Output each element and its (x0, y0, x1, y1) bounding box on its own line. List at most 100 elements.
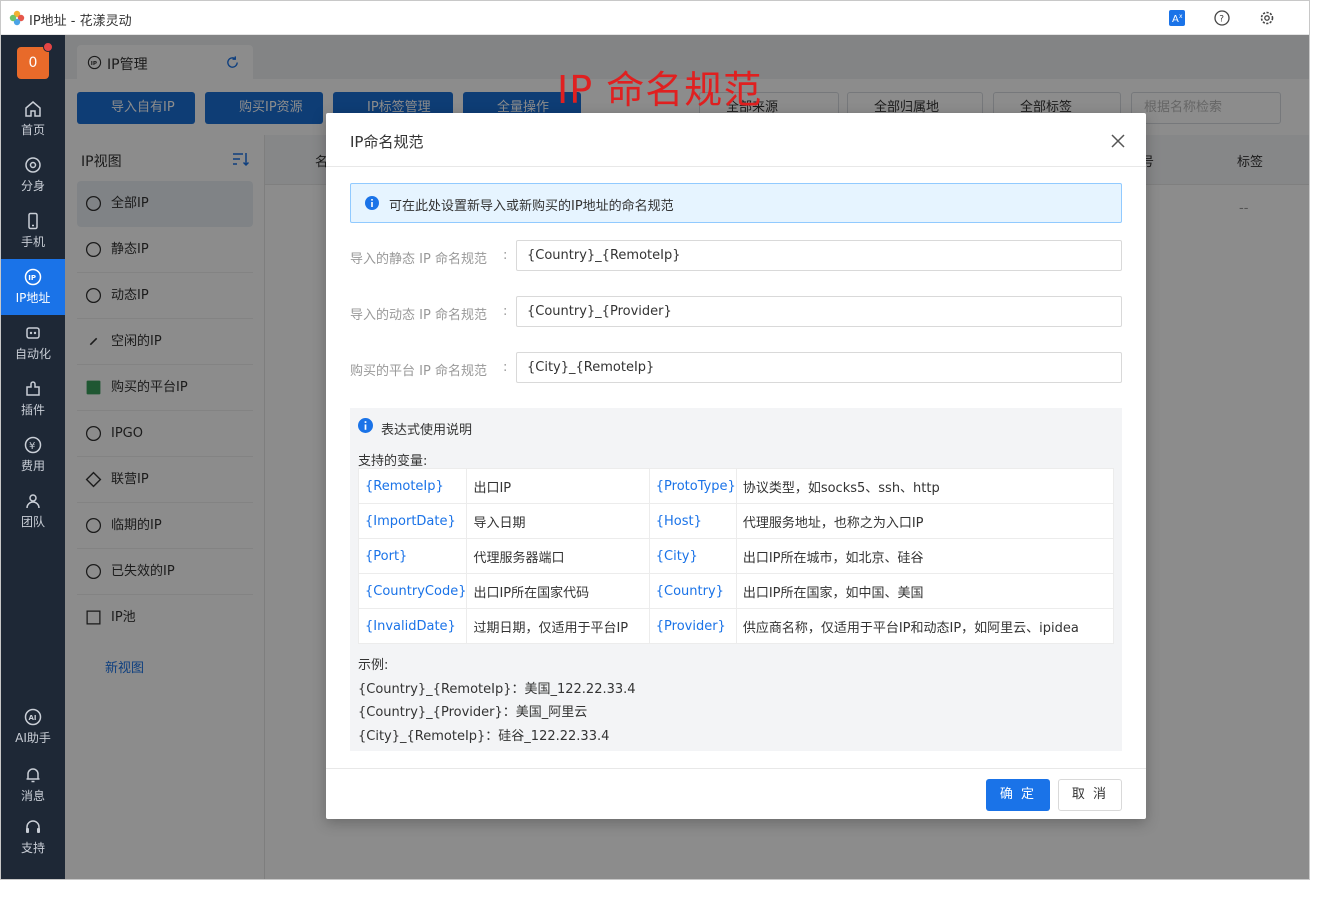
nav-label: 插件 (20, 403, 45, 417)
variable-description: 出口IP所在国家，如中国、美国 (735, 573, 1115, 609)
nav-item-team[interactable]: 团队 (1, 483, 65, 539)
left-navigation: 0 首页 分身 手机 IP IP地址 自动化 插件 ¥ 费用 团队 AI AI助… (1, 35, 65, 879)
nav-item-messages[interactable]: 消息 (1, 757, 65, 813)
ai-icon: AI (24, 708, 42, 726)
variable-name: {ProtoType} (648, 468, 737, 504)
naming-rule-dialog: IP命名规范 可在此处设置新导入或新购买的IP地址的命名规范 导入的静态 IP … (326, 113, 1146, 819)
nav-label: 支持 (20, 841, 45, 855)
nav-item-ip[interactable]: IP IP地址 (1, 259, 65, 315)
example-line: {Country}_{RemoteIp}：美国_122.22.33.4 (358, 681, 636, 697)
nav-label: AI助手 (15, 731, 51, 745)
variable-description: 代理服务地址，也称之为入口IP (735, 503, 1115, 539)
variables-table: {RemoteIp} 出口IP {ProtoType} 协议类型，如socks5、ss… (357, 468, 1115, 644)
table-row: {InvalidDate} 过期日期，仅适用于平台IP {Provider} 供应商名… (357, 608, 1115, 644)
cancel-button[interactable]: 取 消 (1058, 779, 1122, 811)
examples-label: 示例: (358, 658, 389, 673)
dialog-title: IP命名规范 (350, 133, 424, 151)
nav-item-ai[interactable]: AI AI助手 (1, 699, 65, 755)
label-colon: : (503, 248, 508, 263)
dynamic-ip-rule-label: 导入的动态 IP 命名规范 (350, 308, 487, 323)
gear-icon[interactable] (1258, 9, 1276, 27)
table-row: {Port} 代理服务器端口 {City} 出口IP所在城市，如北京、硅谷 (357, 538, 1115, 574)
nav-item-plugins[interactable]: 插件 (1, 371, 65, 427)
nav-item-support[interactable]: 支持 (1, 809, 65, 865)
variable-name: {RemoteIp} (357, 468, 468, 504)
home-icon (25, 101, 41, 117)
info-text: 可在此处设置新导入或新购买的IP地址的命名规范 (389, 199, 674, 214)
svg-text:¥: ¥ (29, 441, 35, 452)
example-line: {Country}_{Provider}：美国_阿里云 (358, 705, 588, 720)
platform-ip-rule-input[interactable]: {City}_{RemoteIp} (516, 352, 1122, 383)
headset-icon (26, 820, 40, 833)
svg-text:IP: IP (28, 274, 36, 282)
variable-description: 出口IP所在城市，如北京、硅谷 (735, 538, 1115, 574)
static-ip-rule-input[interactable]: {Country}_{RemoteIp} (516, 240, 1122, 271)
nav-label: 手机 (20, 235, 45, 249)
svg-text:AI: AI (29, 714, 37, 722)
app-window: IP地址 - 花漾灵动 A x ? 0 首页 分身 手机 IP IP地址 自动化… (0, 0, 1310, 880)
label-colon: : (503, 304, 508, 319)
platform-ip-rule-label: 购买的平台 IP 命名规范 (350, 364, 487, 379)
phone-icon (28, 212, 38, 230)
variables-label: 支持的变量: (358, 454, 428, 469)
info-alert: 可在此处设置新导入或新购买的IP地址的命名规范 (350, 183, 1122, 223)
variable-description: 出口IP所在国家代码 (466, 573, 650, 609)
nav-label: 消息 (20, 789, 45, 803)
variable-description: 供应商名称，仅适用于平台IP和动态IP，如阿里云、ipidea (735, 608, 1115, 644)
avatar[interactable]: 0 (17, 47, 49, 79)
browser-icon (25, 157, 41, 173)
nav-label: 费用 (20, 459, 45, 473)
app-logo-icon (9, 10, 25, 26)
dialog-footer: 确 定 取 消 (326, 768, 1146, 819)
yen-icon: ¥ (24, 436, 42, 454)
ip-icon: IP (24, 268, 42, 286)
nav-item-phone[interactable]: 手机 (1, 203, 65, 259)
title-bar: IP地址 - 花漾灵动 A x ? (1, 1, 1309, 35)
window-title: IP地址 - 花漾灵动 (29, 14, 132, 29)
svg-text:A: A (1172, 14, 1179, 25)
variable-name: {Provider} (648, 608, 737, 644)
example-line: {City}_{RemoteIp}：硅谷_122.22.33.4 (358, 728, 610, 744)
confirm-button[interactable]: 确 定 (986, 779, 1050, 811)
svg-text:x: x (1179, 13, 1183, 20)
variable-name: {City} (648, 538, 737, 574)
nav-label: 自动化 (14, 347, 51, 361)
nav-label: 分身 (20, 179, 45, 193)
variable-name: {InvalidDate} (357, 608, 468, 644)
annotation-title: IP 命名规范 (557, 68, 763, 112)
team-icon (26, 494, 40, 509)
nav-item-billing[interactable]: ¥ 费用 (1, 427, 65, 483)
close-icon[interactable] (1110, 133, 1126, 149)
label-colon: : (503, 360, 508, 375)
variable-description: 代理服务器端口 (466, 538, 650, 574)
table-row: {CountryCode} 出口IP所在国家代码 {Country} 出口IP所在国家… (357, 573, 1115, 609)
variable-name: {Host} (648, 503, 737, 539)
variable-name: {Port} (357, 538, 468, 574)
variable-description: 过期日期，仅适用于平台IP (466, 608, 650, 644)
help-icon[interactable]: ? (1213, 9, 1231, 27)
nav-label: 首页 (20, 123, 45, 137)
variable-description: 协议类型，如socks5、ssh、http (735, 468, 1115, 504)
table-row: {ImportDate} 导入日期 {Host} 代理服务地址，也称之为入口IP (357, 503, 1115, 539)
static-ip-rule-label: 导入的静态 IP 命名规范 (350, 252, 487, 267)
variable-name: {Country} (648, 573, 737, 609)
puzzle-icon (26, 381, 40, 396)
translate-icon[interactable]: A x (1168, 9, 1186, 27)
info-icon (358, 418, 373, 433)
help-title: 表达式使用说明 (381, 423, 473, 438)
nav-item-profiles[interactable]: 分身 (1, 147, 65, 203)
svg-text:?: ? (1219, 15, 1224, 25)
nav-label: IP地址 (15, 291, 51, 305)
robot-icon (26, 327, 40, 339)
table-row: {RemoteIp} 出口IP {ProtoType} 协议类型，如socks5、ss… (357, 468, 1115, 504)
expression-help: 表达式使用说明 支持的变量: {RemoteIp} 出口IP {ProtoType}… (350, 408, 1122, 751)
variable-name: {ImportDate} (357, 503, 468, 539)
nav-item-home[interactable]: 首页 (1, 91, 65, 147)
variable-description: 导入日期 (466, 503, 650, 539)
dynamic-ip-rule-input[interactable]: {Country}_{Provider} (516, 296, 1122, 327)
notification-dot (43, 42, 53, 52)
info-icon (365, 196, 379, 210)
variable-name: {CountryCode} (357, 573, 468, 609)
nav-label: 团队 (20, 515, 45, 529)
nav-item-automation[interactable]: 自动化 (1, 315, 65, 371)
